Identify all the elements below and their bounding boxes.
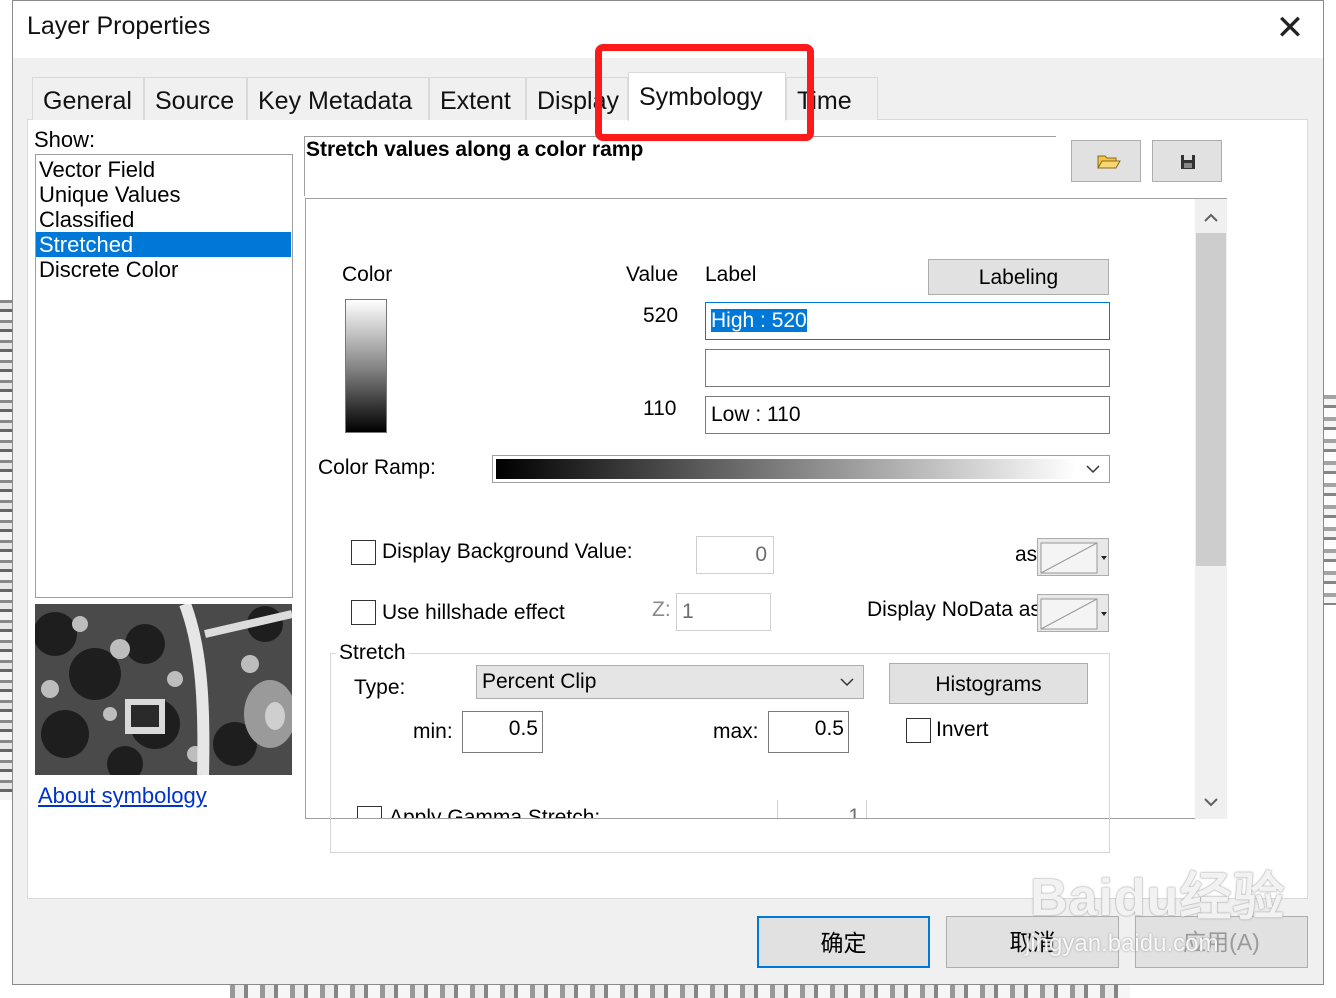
list-item-vector-field[interactable]: Vector Field	[36, 157, 291, 182]
histograms-button[interactable]: Histograms	[889, 663, 1088, 704]
background-map-fragment-right	[1322, 395, 1336, 605]
max-label: max:	[713, 720, 759, 743]
import-symbology-button[interactable]	[1071, 140, 1141, 182]
list-item-unique-values[interactable]: Unique Values	[36, 182, 291, 207]
background-value-field[interactable]: 0	[696, 536, 774, 574]
background-map-fragment-bottom	[230, 985, 1130, 998]
high-label-field[interactable]: High : 520	[705, 302, 1110, 340]
labeling-button[interactable]: Labeling	[928, 259, 1109, 295]
list-item-stretched[interactable]: Stretched	[36, 232, 291, 257]
nodata-label: Display NoData as	[867, 598, 1041, 621]
chevron-down-icon[interactable]	[836, 672, 858, 692]
chevron-down-icon[interactable]	[1082, 459, 1104, 479]
gamma-stretch-checkbox[interactable]	[357, 806, 382, 818]
no-color-swatch-icon	[1040, 542, 1107, 574]
tab-general[interactable]: General	[32, 77, 144, 120]
close-icon[interactable]: ✕	[1272, 8, 1308, 48]
scrollbar-thumb[interactable]	[1196, 233, 1226, 566]
tab-key-metadata[interactable]: Key Metadata	[247, 77, 429, 120]
baidu-watermark-url: jingyan.baidu.com	[1025, 930, 1219, 957]
save-symbology-button[interactable]	[1152, 140, 1222, 182]
mid-label-field[interactable]	[705, 349, 1110, 387]
hillshade-label: Use hillshade effect	[382, 601, 565, 624]
no-color-swatch-icon	[1040, 598, 1107, 630]
label-column-header: Label	[705, 263, 757, 286]
symbology-preview-image	[35, 604, 292, 775]
about-symbology-link[interactable]: About symbology	[38, 783, 207, 809]
z-label: Z:	[652, 598, 671, 621]
gamma-stretch-label: Apply Gamma Stretch:	[389, 806, 601, 818]
high-value: 520	[643, 304, 679, 327]
gamma-row-clip: Apply Gamma Stretch: 1	[306, 800, 1194, 818]
tab-source[interactable]: Source	[144, 77, 247, 120]
baidu-watermark: Baidu经验	[1030, 869, 1286, 927]
color-ramp-swatch	[345, 299, 387, 433]
stretch-type-label: Type:	[354, 676, 406, 699]
low-value: 110	[643, 397, 677, 420]
display-background-label: Display Background Value:	[382, 540, 633, 563]
min-label: min:	[413, 720, 453, 743]
min-percent-field[interactable]: 0.5	[462, 711, 543, 753]
list-item-classified[interactable]: Classified	[36, 207, 291, 232]
aerial-photo-thumbnail	[35, 604, 292, 775]
annotation-highlight-box	[595, 44, 814, 141]
stretch-type-dropdown[interactable]: Percent Clip	[476, 665, 864, 699]
low-label-field[interactable]: Low : 110	[705, 396, 1110, 434]
stretch-group-label: Stretch	[336, 641, 409, 665]
gamma-value-field[interactable]: 1	[777, 800, 867, 818]
window-title: Layer Properties	[27, 12, 211, 40]
hillshade-checkbox[interactable]	[351, 600, 376, 625]
list-item-discrete-color[interactable]: Discrete Color	[36, 257, 291, 282]
value-column-header: Value	[626, 263, 679, 286]
color-ramp-label: Color Ramp:	[318, 456, 436, 479]
color-ramp-preview	[496, 459, 1076, 479]
invert-checkbox[interactable]	[906, 718, 931, 743]
show-label: Show:	[34, 127, 96, 152]
max-percent-field[interactable]: 0.5	[768, 711, 849, 753]
invert-label: Invert	[936, 718, 989, 741]
tab-extent[interactable]: Extent	[429, 77, 526, 120]
scroll-up-icon[interactable]	[1196, 203, 1226, 233]
background-color-picker[interactable]	[1037, 538, 1109, 576]
scroll-down-icon[interactable]	[1196, 787, 1226, 817]
color-column-header: Color	[342, 263, 393, 286]
z-factor-field[interactable]: 1	[676, 593, 771, 631]
display-background-checkbox[interactable]	[351, 540, 376, 565]
as-label: as	[1015, 543, 1038, 566]
floppy-disk-icon	[1181, 155, 1195, 169]
renderer-heading: Stretch values along a color ramp	[306, 138, 644, 161]
nodata-color-picker[interactable]	[1037, 594, 1109, 632]
folder-icon	[1097, 155, 1121, 169]
ok-button[interactable]: 确定	[757, 916, 930, 968]
